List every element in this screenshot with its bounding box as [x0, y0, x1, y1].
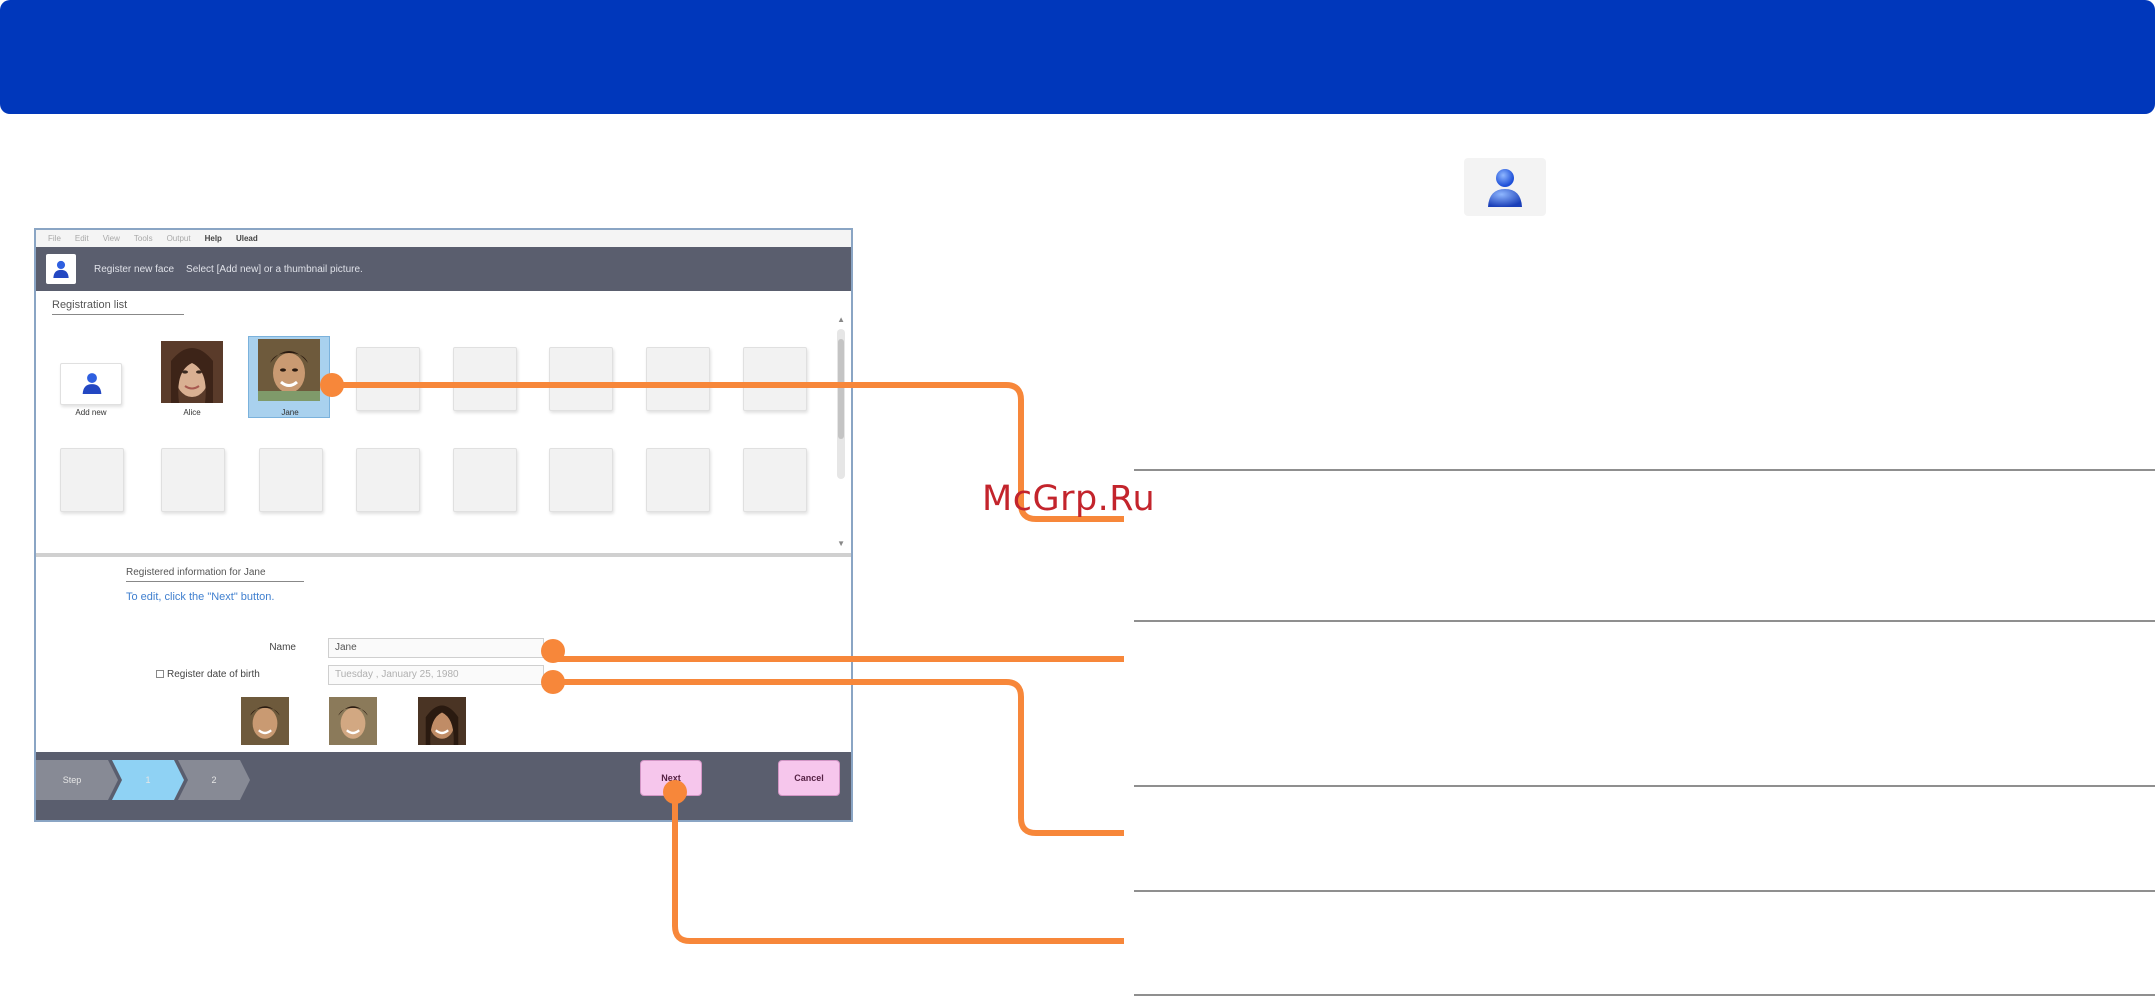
step-label: Step — [62, 775, 82, 785]
step-2: 2 — [211, 775, 217, 785]
header-title: Register new face — [94, 263, 175, 275]
menu-bar: File Edit View Tools Output Help Ulead — [36, 230, 851, 247]
empty-slot[interactable] — [646, 347, 710, 411]
registered-info-title: Registered information for Jane — [126, 567, 304, 582]
wizard-footer: Step 1 2 Next Cancel — [36, 752, 851, 820]
empty-slot[interactable] — [743, 347, 807, 411]
edit-hint: To edit, click the "Next" button. — [126, 591, 275, 603]
add-new-icon — [82, 373, 102, 394]
sample-face-2 — [329, 697, 377, 745]
name-label: Name — [269, 642, 296, 653]
empty-slot[interactable] — [549, 347, 613, 411]
reference-divider — [1134, 620, 2155, 622]
menu-output[interactable]: Output — [167, 234, 191, 243]
scrollbar-thumb[interactable] — [838, 339, 844, 439]
menu-tools[interactable]: Tools — [134, 234, 153, 243]
reference-divider — [1134, 469, 2155, 471]
thumbnail-label-alice: Alice — [183, 408, 201, 417]
menu-view[interactable]: View — [103, 234, 120, 243]
menu-edit[interactable]: Edit — [75, 234, 89, 243]
top-banner — [0, 0, 2155, 114]
empty-slot[interactable] — [259, 448, 323, 512]
empty-slot[interactable] — [646, 448, 710, 512]
menu-ulead[interactable]: Ulead — [236, 234, 258, 243]
menu-help[interactable]: Help — [205, 234, 222, 243]
empty-slot[interactable] — [549, 448, 613, 512]
reference-divider — [1134, 890, 2155, 892]
cancel-button[interactable]: Cancel — [778, 760, 840, 796]
add-new-label: Add new — [75, 408, 107, 417]
add-new-button[interactable] — [60, 363, 122, 405]
empty-slot[interactable] — [356, 347, 420, 411]
empty-slot[interactable] — [161, 448, 225, 512]
scroll-up-arrow[interactable]: ▲ — [837, 315, 845, 324]
sample-face-3 — [418, 697, 466, 745]
registered-info-panel: Registered information for Jane To edit,… — [36, 557, 851, 752]
register-dob-label: Register date of birth — [167, 669, 260, 680]
thumbnail-jane[interactable] — [258, 339, 320, 401]
window-header: Register new face Select [Add new] or a … — [36, 247, 851, 291]
empty-slot[interactable] — [453, 347, 517, 411]
thumbnail-label-jane: Jane — [281, 408, 299, 417]
watermark: McGrp.Ru — [982, 479, 1156, 519]
next-button[interactable]: Next — [640, 760, 702, 796]
app-window: File Edit View Tools Output Help Ulead R… — [34, 228, 853, 822]
empty-slot[interactable] — [453, 448, 517, 512]
empty-slot[interactable] — [356, 448, 420, 512]
registration-list-scrollbar[interactable] — [837, 329, 845, 479]
name-input[interactable]: Jane — [328, 638, 544, 658]
reference-divider — [1134, 785, 2155, 787]
register-dob-checkbox[interactable] — [156, 670, 164, 679]
menu-file[interactable]: File — [48, 234, 61, 243]
reference-divider — [1134, 994, 2155, 996]
step-1: 1 — [145, 775, 151, 785]
scroll-down-arrow[interactable]: ▼ — [837, 539, 845, 548]
empty-slot[interactable] — [60, 448, 124, 512]
register-face-small-icon — [46, 254, 76, 284]
sample-face-1 — [241, 697, 289, 745]
registration-list-title: Registration list — [52, 299, 184, 315]
registration-list: Registration list Add new Alice Jane ▲ ▼ — [36, 291, 851, 553]
register-dob-row[interactable]: Register date of birth — [156, 669, 326, 680]
empty-slot[interactable] — [743, 448, 807, 512]
thumbnail-alice[interactable] — [161, 341, 223, 403]
header-instruction: Select [Add new] or a thumbnail picture. — [186, 263, 363, 275]
register-face-icon — [1464, 158, 1546, 216]
dob-input[interactable]: Tuesday , January 25, 1980 — [328, 665, 544, 685]
